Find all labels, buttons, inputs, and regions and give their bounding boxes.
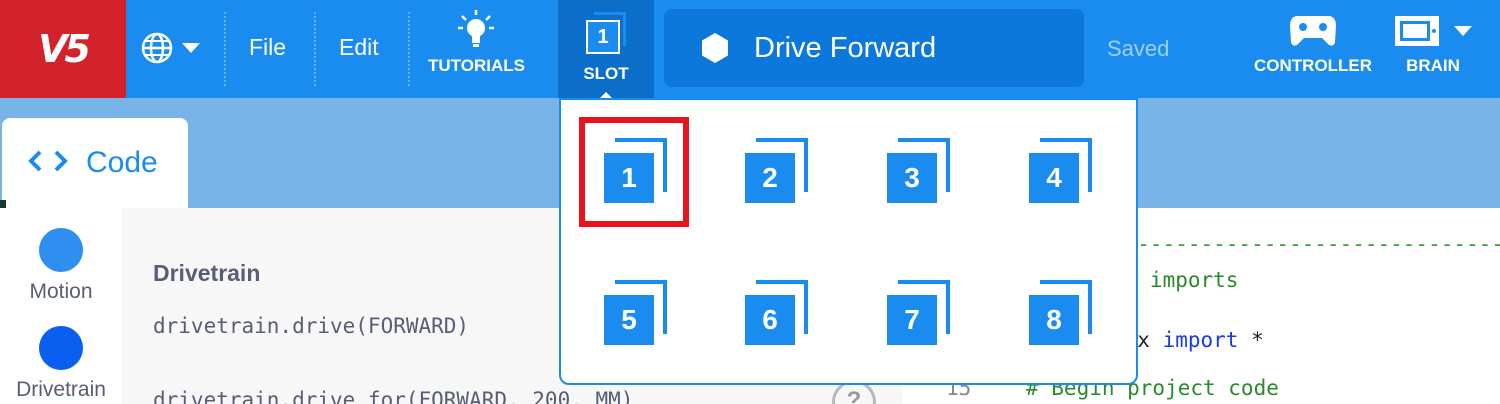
slot-icon: 2 (742, 138, 808, 206)
palette-command[interactable]: drivetrain.drive(FORWARD) (153, 314, 469, 338)
slot-button[interactable]: 1 SLOT (558, 0, 654, 98)
slot-icon: 3 (884, 138, 950, 206)
category-dot (39, 228, 83, 272)
slot-8[interactable]: 8 (1004, 259, 1114, 369)
category-drivetrain[interactable]: Drivetrain (0, 326, 122, 402)
divider (314, 12, 316, 86)
palette-heading: Drivetrain (153, 260, 261, 286)
divider (408, 12, 410, 86)
editor-comment-line: ------------------------------------- (1112, 232, 1500, 256)
chevron-down-icon[interactable] (1454, 26, 1472, 36)
controller-button[interactable]: CONTROLLER (1254, 14, 1372, 76)
tab-code[interactable]: Code (2, 118, 188, 218)
slot-icon: 7 (884, 280, 950, 348)
slot-selector-popup: 1 2 3 4 5 6 7 8 (559, 98, 1138, 385)
project-name-field[interactable]: Drive Forward (664, 9, 1084, 87)
category-dot (39, 326, 83, 370)
slot-6[interactable]: 6 (720, 259, 830, 369)
slot-7[interactable]: 7 (862, 259, 972, 369)
globe-icon (141, 32, 173, 64)
save-status: Saved (1107, 36, 1170, 61)
palette-command[interactable]: drivetrain.drive_for(FORWARD, 200, MM) (153, 388, 633, 404)
slot-2[interactable]: 2 (720, 117, 830, 227)
slot-5[interactable]: 5 (579, 259, 689, 369)
slot-icon: 1 (586, 12, 626, 54)
slot-icon: 4 (1026, 138, 1092, 206)
lightbulb-icon (458, 10, 495, 47)
slot-4[interactable]: 4 (1004, 117, 1114, 227)
tutorials-button[interactable]: TUTORIALS (428, 8, 525, 76)
slot-3[interactable]: 3 (862, 117, 972, 227)
slot-icon: 5 (601, 280, 667, 348)
slot-icon: 8 (1026, 280, 1092, 348)
hexagon-icon (702, 33, 728, 63)
file-menu[interactable]: File (249, 34, 286, 61)
brain-icon (1395, 16, 1439, 46)
project-name: Drive Forward (754, 31, 937, 64)
category-motion[interactable]: Motion (0, 228, 122, 304)
chevron-down-icon (182, 43, 200, 53)
slot-1[interactable]: 1 (579, 117, 689, 227)
brain-button[interactable]: BRAIN (1394, 14, 1472, 76)
vexcode-logo[interactable]: V5 (0, 0, 126, 98)
language-menu[interactable] (140, 28, 210, 68)
gamepad-icon (1290, 16, 1337, 46)
code-brackets-icon (28, 150, 68, 172)
top-toolbar: V5 File Edit TUTORIALS 1 SLOT Drive Forw… (0, 0, 1500, 98)
divider (224, 12, 226, 86)
slot-icon: 1 (601, 138, 667, 206)
slot-icon: 6 (742, 280, 808, 348)
edit-menu[interactable]: Edit (339, 34, 379, 61)
